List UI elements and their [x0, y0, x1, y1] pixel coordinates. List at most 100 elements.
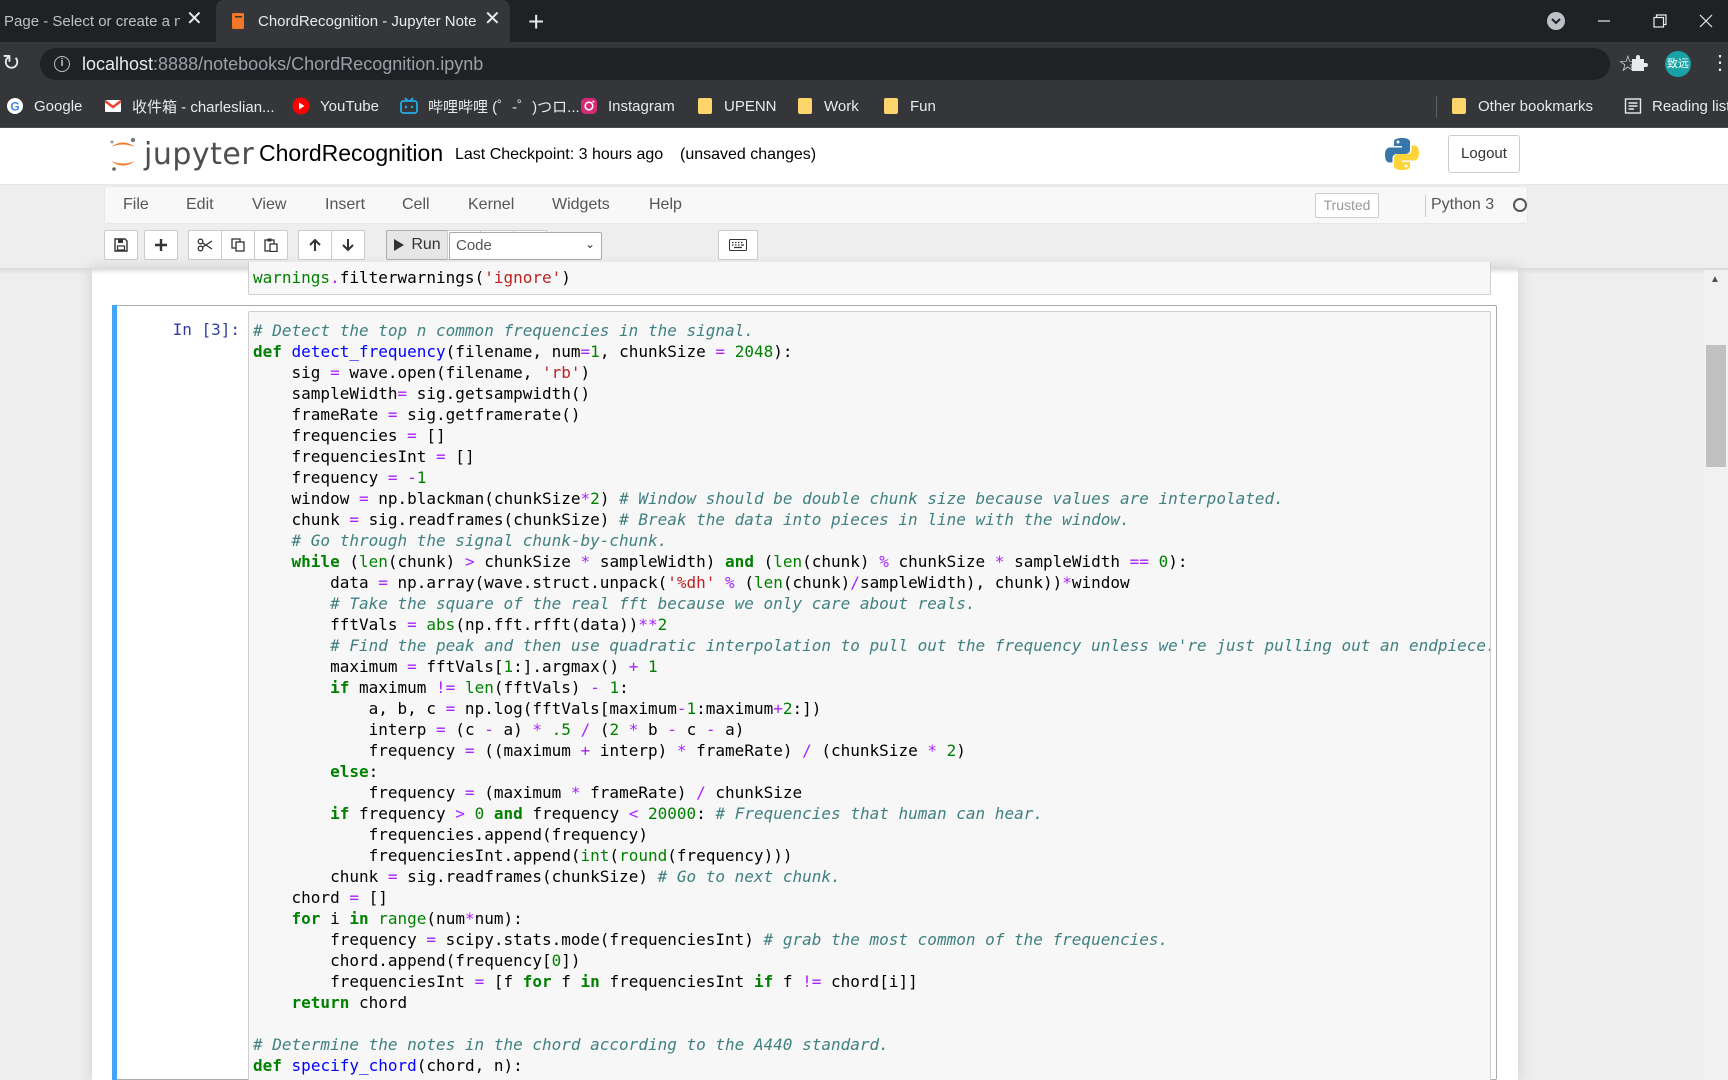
menu-cell[interactable]: Cell: [402, 196, 430, 214]
copy-cells-button[interactable]: [221, 230, 255, 260]
bookmark-folder-upenn[interactable]: UPENN: [698, 84, 777, 128]
code-line: interp = (c - a) * .5 / (2 * b - c - a): [253, 720, 745, 739]
bilibili-icon: [400, 97, 418, 114]
menu-file[interactable]: File: [123, 196, 149, 214]
bookmark-google[interactable]: G Google: [6, 84, 82, 128]
folder-icon: [1452, 98, 1466, 114]
browser-menu-icon[interactable]: ⋮: [1710, 50, 1728, 75]
code-line: frequencies.append(frequency): [253, 825, 648, 844]
menu-insert[interactable]: Insert: [325, 196, 365, 214]
bookmark-label: Instagram: [608, 97, 675, 115]
jupyter-notebook-favicon-icon: [232, 13, 244, 29]
code-line: data = np.array(wave.struct.unpack('%dh'…: [253, 573, 1130, 592]
kernel-name[interactable]: Python 3: [1431, 196, 1494, 214]
code-line: frequency = ((maximum + interp) * frameR…: [253, 741, 966, 760]
extensions-puzzle-icon[interactable]: [1628, 50, 1652, 74]
menu-edit[interactable]: Edit: [186, 196, 214, 214]
bookmark-label: Fun: [910, 97, 936, 115]
code-line: chunk = sig.readframes(chunkSize) # Brea…: [253, 510, 1130, 529]
last-checkpoint: Last Checkpoint: 3 hours ago: [455, 146, 664, 163]
code-line: def specify_chord(chord, n):: [253, 1056, 523, 1075]
browser-toolbar: ↻ i localhost:8888/notebooks/ChordRecogn…: [0, 42, 1728, 84]
code-line: def detect_frequency(filename, num=1, ch…: [253, 342, 793, 361]
code-line: fftVals = abs(np.fft.rfft(data))**2: [253, 615, 668, 634]
bookmark-folder-work[interactable]: Work: [798, 84, 859, 128]
code-line: window = np.blackman(chunkSize*2) # Wind…: [253, 489, 1284, 508]
scrollbar-thumb[interactable]: [1706, 345, 1726, 467]
instagram-icon: [581, 98, 597, 114]
code-line: if frequency > 0 and frequency < 20000: …: [330, 804, 1043, 823]
notebook-menubar: File Edit View Insert Cell Kernel Widget…: [104, 186, 1528, 224]
trusted-indicator[interactable]: Trusted: [1315, 193, 1379, 218]
menu-widgets[interactable]: Widgets: [552, 196, 610, 214]
gmail-icon: [104, 100, 122, 112]
bookmark-youtube[interactable]: YouTube: [292, 84, 379, 128]
scissors-icon: [197, 238, 213, 252]
tab-title: ChordRecognition - Jupyter Note: [258, 12, 477, 30]
command-palette-button[interactable]: [718, 230, 758, 260]
tab-close-icon[interactable]: ✕: [484, 9, 501, 29]
reload-icon[interactable]: ↻: [2, 50, 20, 76]
youtube-icon: [292, 97, 310, 115]
minimize-icon: [1598, 20, 1610, 22]
menu-help[interactable]: Help: [649, 196, 682, 214]
bookmark-bilibili[interactable]: 哔哩哔哩 (゜-゜)つロ...: [400, 84, 580, 128]
copy-icon: [231, 238, 245, 252]
bookmark-gmail[interactable]: 收件箱 - charleslian...: [104, 84, 275, 128]
play-icon: [394, 239, 405, 251]
address-bar[interactable]: i localhost:8888/notebooks/ChordRecognit…: [40, 48, 1638, 80]
tab-close-icon[interactable]: ✕: [186, 9, 203, 29]
restore-button[interactable]: [1632, 0, 1688, 42]
code-input-area[interactable]: # Detect the top n common frequencies in…: [248, 311, 1491, 1080]
code-line: for i in range(num*num):: [291, 909, 523, 928]
notebook-name[interactable]: ChordRecognition: [259, 140, 443, 167]
run-button[interactable]: Run: [386, 230, 448, 260]
bookmarks-bar: G Google 收件箱 - charleslian... YouTube 哔哩…: [0, 84, 1728, 128]
menu-kernel[interactable]: Kernel: [468, 196, 514, 214]
code-line: else:: [330, 762, 379, 781]
paste-cells-button[interactable]: [254, 230, 288, 260]
code-line: frameRate = sig.getframerate(): [253, 405, 581, 424]
code-line: chunk = sig.readframes(chunkSize) # Go t…: [253, 867, 841, 886]
cut-cells-button[interactable]: [188, 230, 222, 260]
minimize-button[interactable]: [1576, 0, 1632, 42]
jupyter-wordmark: jupyter: [144, 136, 255, 172]
bookmark-instagram[interactable]: Instagram: [580, 84, 675, 128]
code-line: # Take the square of the real fft becaus…: [330, 594, 976, 613]
bookmark-label: YouTube: [320, 97, 379, 115]
tab-title: Page - Select or create a n: [4, 12, 180, 30]
logout-button[interactable]: Logout: [1448, 135, 1520, 173]
reading-list[interactable]: Reading list: [1624, 84, 1728, 128]
save-button[interactable]: [104, 230, 138, 260]
other-bookmarks[interactable]: Other bookmarks: [1452, 84, 1593, 128]
tab-page-select[interactable]: Page - Select or create a n ✕: [0, 0, 214, 42]
bookmarks-divider: [1436, 96, 1437, 118]
url-text[interactable]: localhost:8888/notebooks/ChordRecognitio…: [82, 54, 483, 75]
code-line: while (len(chunk) > chunkSize * sampleWi…: [291, 552, 1188, 571]
code-line: frequenciesInt = [f for f in frequencies…: [253, 972, 918, 991]
profile-avatar[interactable]: 致远: [1665, 51, 1691, 77]
bookmark-label: Other bookmarks: [1478, 97, 1594, 115]
autosave-status: (unsaved changes): [680, 146, 817, 163]
scroll-up-arrow-icon[interactable]: ▲: [1710, 274, 1720, 285]
cell-type-select[interactable]: Code ⌄: [449, 232, 602, 260]
new-tab-button[interactable]: +: [528, 6, 544, 38]
folder-icon: [798, 98, 812, 114]
site-info-icon[interactable]: i: [54, 56, 70, 72]
close-window-button[interactable]: [1684, 0, 1728, 42]
bookmark-folder-fun[interactable]: Fun: [884, 84, 936, 128]
code-line: return chord: [291, 993, 408, 1012]
cell-prompt: In [3]:: [172, 320, 240, 339]
code-line: if maximum != len(fftVals) - 1:: [330, 678, 629, 697]
code-editor[interactable]: # Detect the top n common frequencies in…: [253, 320, 1490, 1076]
jupyter-logo[interactable]: jupyter: [108, 136, 254, 172]
insert-cell-button[interactable]: [144, 230, 178, 260]
move-cell-up-button[interactable]: [298, 230, 332, 260]
move-cell-down-button[interactable]: [331, 230, 365, 260]
selected-cell-indicator: [112, 305, 117, 1080]
code-line: maximum = fftVals[1:].argmax() + 1: [253, 657, 658, 676]
menu-view[interactable]: View: [252, 196, 286, 214]
tab-chord-recognition[interactable]: ChordRecognition - Jupyter Note ✕: [216, 0, 510, 42]
bookmark-label: Reading list: [1652, 97, 1728, 115]
